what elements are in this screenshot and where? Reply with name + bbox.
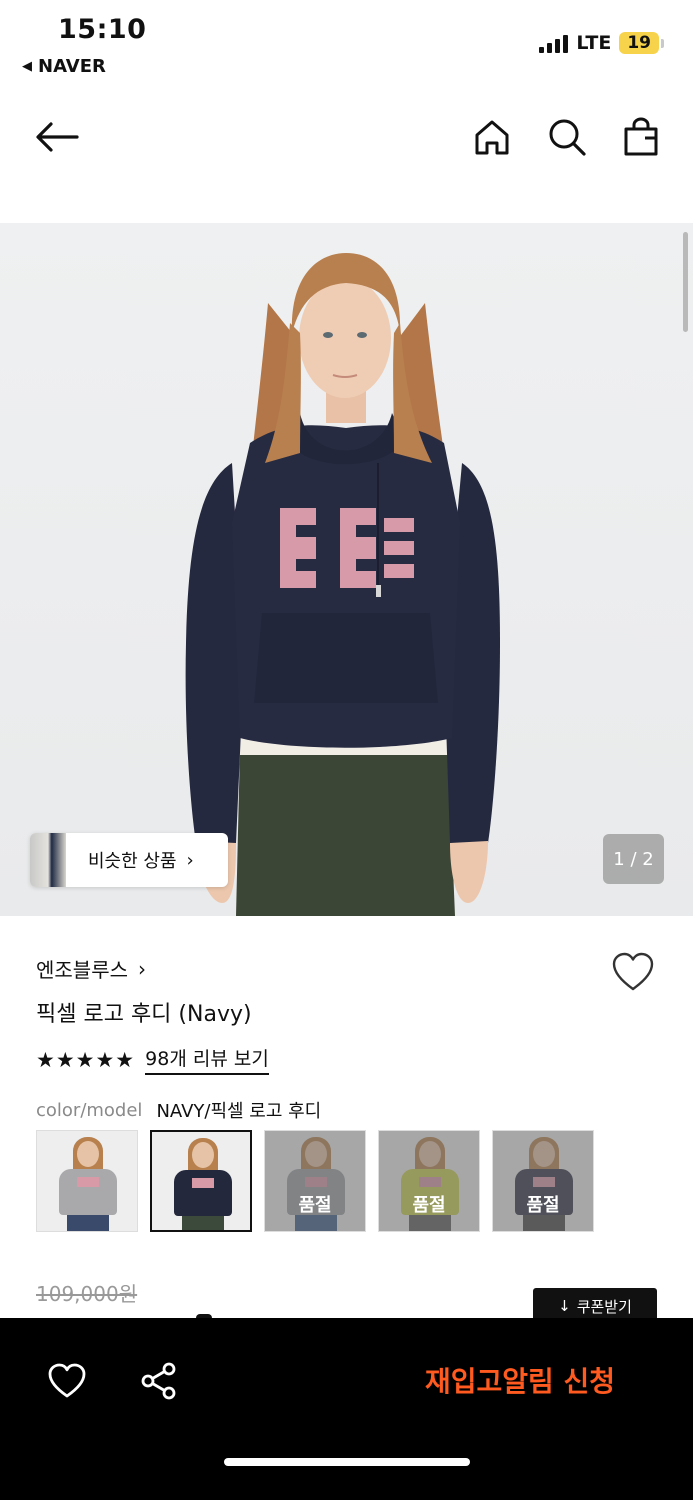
soldout-overlay: 품절 bbox=[379, 1131, 479, 1231]
chevron-right-icon: › bbox=[138, 956, 146, 981]
search-button[interactable] bbox=[544, 114, 590, 160]
color-swatch-navy[interactable] bbox=[150, 1130, 252, 1232]
battery-icon: 19 bbox=[619, 32, 664, 54]
color-swatch-grey[interactable] bbox=[36, 1130, 138, 1232]
status-time: 15:10 bbox=[58, 14, 147, 45]
rating-row: ★★★★★ 98개 리뷰 보기 bbox=[36, 1044, 269, 1075]
wishlist-button[interactable] bbox=[611, 952, 655, 996]
similar-products-button[interactable]: 비슷한 상품 › bbox=[30, 833, 228, 887]
swatch-logo bbox=[192, 1178, 214, 1188]
back-button[interactable] bbox=[34, 114, 80, 160]
back-app-label: NAVER bbox=[38, 56, 106, 77]
swatch-hoodie bbox=[59, 1169, 117, 1215]
search-icon bbox=[549, 119, 586, 156]
swatch-pants bbox=[67, 1215, 109, 1231]
bottom-action-bar: 재입고알림 신청 bbox=[0, 1318, 693, 1500]
heart-icon bbox=[612, 952, 654, 991]
scrollbar[interactable] bbox=[683, 232, 688, 332]
star-rating-icon: ★★★★★ bbox=[36, 1047, 136, 1072]
option-row: color/model NAVY/픽셀 로고 후디 bbox=[36, 1097, 321, 1123]
signal-icon bbox=[539, 33, 569, 53]
product-title: 픽셀 로고 후디 (Navy) bbox=[36, 1002, 252, 1027]
back-to-app-link[interactable]: ◀ NAVER bbox=[22, 56, 106, 77]
arrow-down-icon: ↓ bbox=[558, 1297, 571, 1315]
soldout-overlay: 품절 bbox=[265, 1131, 365, 1231]
color-swatch-grey-blue[interactable]: 품절 bbox=[264, 1130, 366, 1232]
back-triangle-icon: ◀ bbox=[22, 59, 32, 74]
home-indicator[interactable] bbox=[224, 1458, 470, 1466]
brand-link[interactable]: 엔조블루스 › bbox=[36, 954, 146, 983]
swatch-pants bbox=[182, 1216, 224, 1230]
status-indicators: LTE 19 bbox=[539, 32, 664, 54]
similar-products-label: 비슷한 상품 bbox=[88, 851, 177, 872]
restock-alert-button[interactable]: 재입고알림 신청 bbox=[400, 1354, 640, 1406]
model-photo bbox=[185, 253, 500, 916]
home-button[interactable] bbox=[469, 114, 515, 160]
image-page-counter: 1 / 2 bbox=[603, 834, 664, 884]
swatch-hoodie bbox=[174, 1170, 232, 1216]
status-bar: 15:10 ◀ NAVER LTE 19 bbox=[0, 0, 693, 90]
soldout-overlay: 품절 bbox=[493, 1131, 593, 1231]
coupon-label: 쿠폰받기 bbox=[576, 1297, 632, 1316]
heart-icon bbox=[48, 1363, 86, 1398]
brand-name: 엔조블루스 bbox=[36, 958, 128, 982]
bottom-wishlist-button[interactable] bbox=[44, 1358, 90, 1404]
nav-bar bbox=[0, 96, 693, 180]
reviews-link[interactable]: 98개 리뷰 보기 bbox=[145, 1044, 269, 1075]
arrow-left-icon bbox=[36, 122, 79, 152]
original-price: 109,000원 bbox=[36, 1282, 138, 1306]
home-icon bbox=[475, 120, 509, 155]
share-icon bbox=[141, 1362, 176, 1400]
shopping-bag-icon bbox=[624, 117, 658, 156]
cart-button[interactable] bbox=[618, 114, 664, 160]
similar-products-thumbnail bbox=[30, 833, 66, 887]
product-image-carousel[interactable]: 비슷한 상품 › 1 / 2 bbox=[0, 223, 693, 916]
chevron-right-icon: › bbox=[186, 849, 194, 871]
swatch-model-face bbox=[192, 1142, 214, 1168]
swatch-logo bbox=[77, 1177, 99, 1187]
network-label: LTE bbox=[576, 32, 612, 54]
option-label: color/model bbox=[36, 1099, 143, 1121]
color-swatch-lime[interactable]: 품절 bbox=[378, 1130, 480, 1232]
share-button[interactable] bbox=[136, 1358, 182, 1404]
swatch-model-face bbox=[77, 1141, 99, 1167]
option-value: NAVY/픽셀 로고 후디 bbox=[156, 1101, 322, 1122]
color-swatch-list: 품절 품절 품절 bbox=[36, 1130, 594, 1232]
color-swatch-navy-dark[interactable]: 품절 bbox=[492, 1130, 594, 1232]
